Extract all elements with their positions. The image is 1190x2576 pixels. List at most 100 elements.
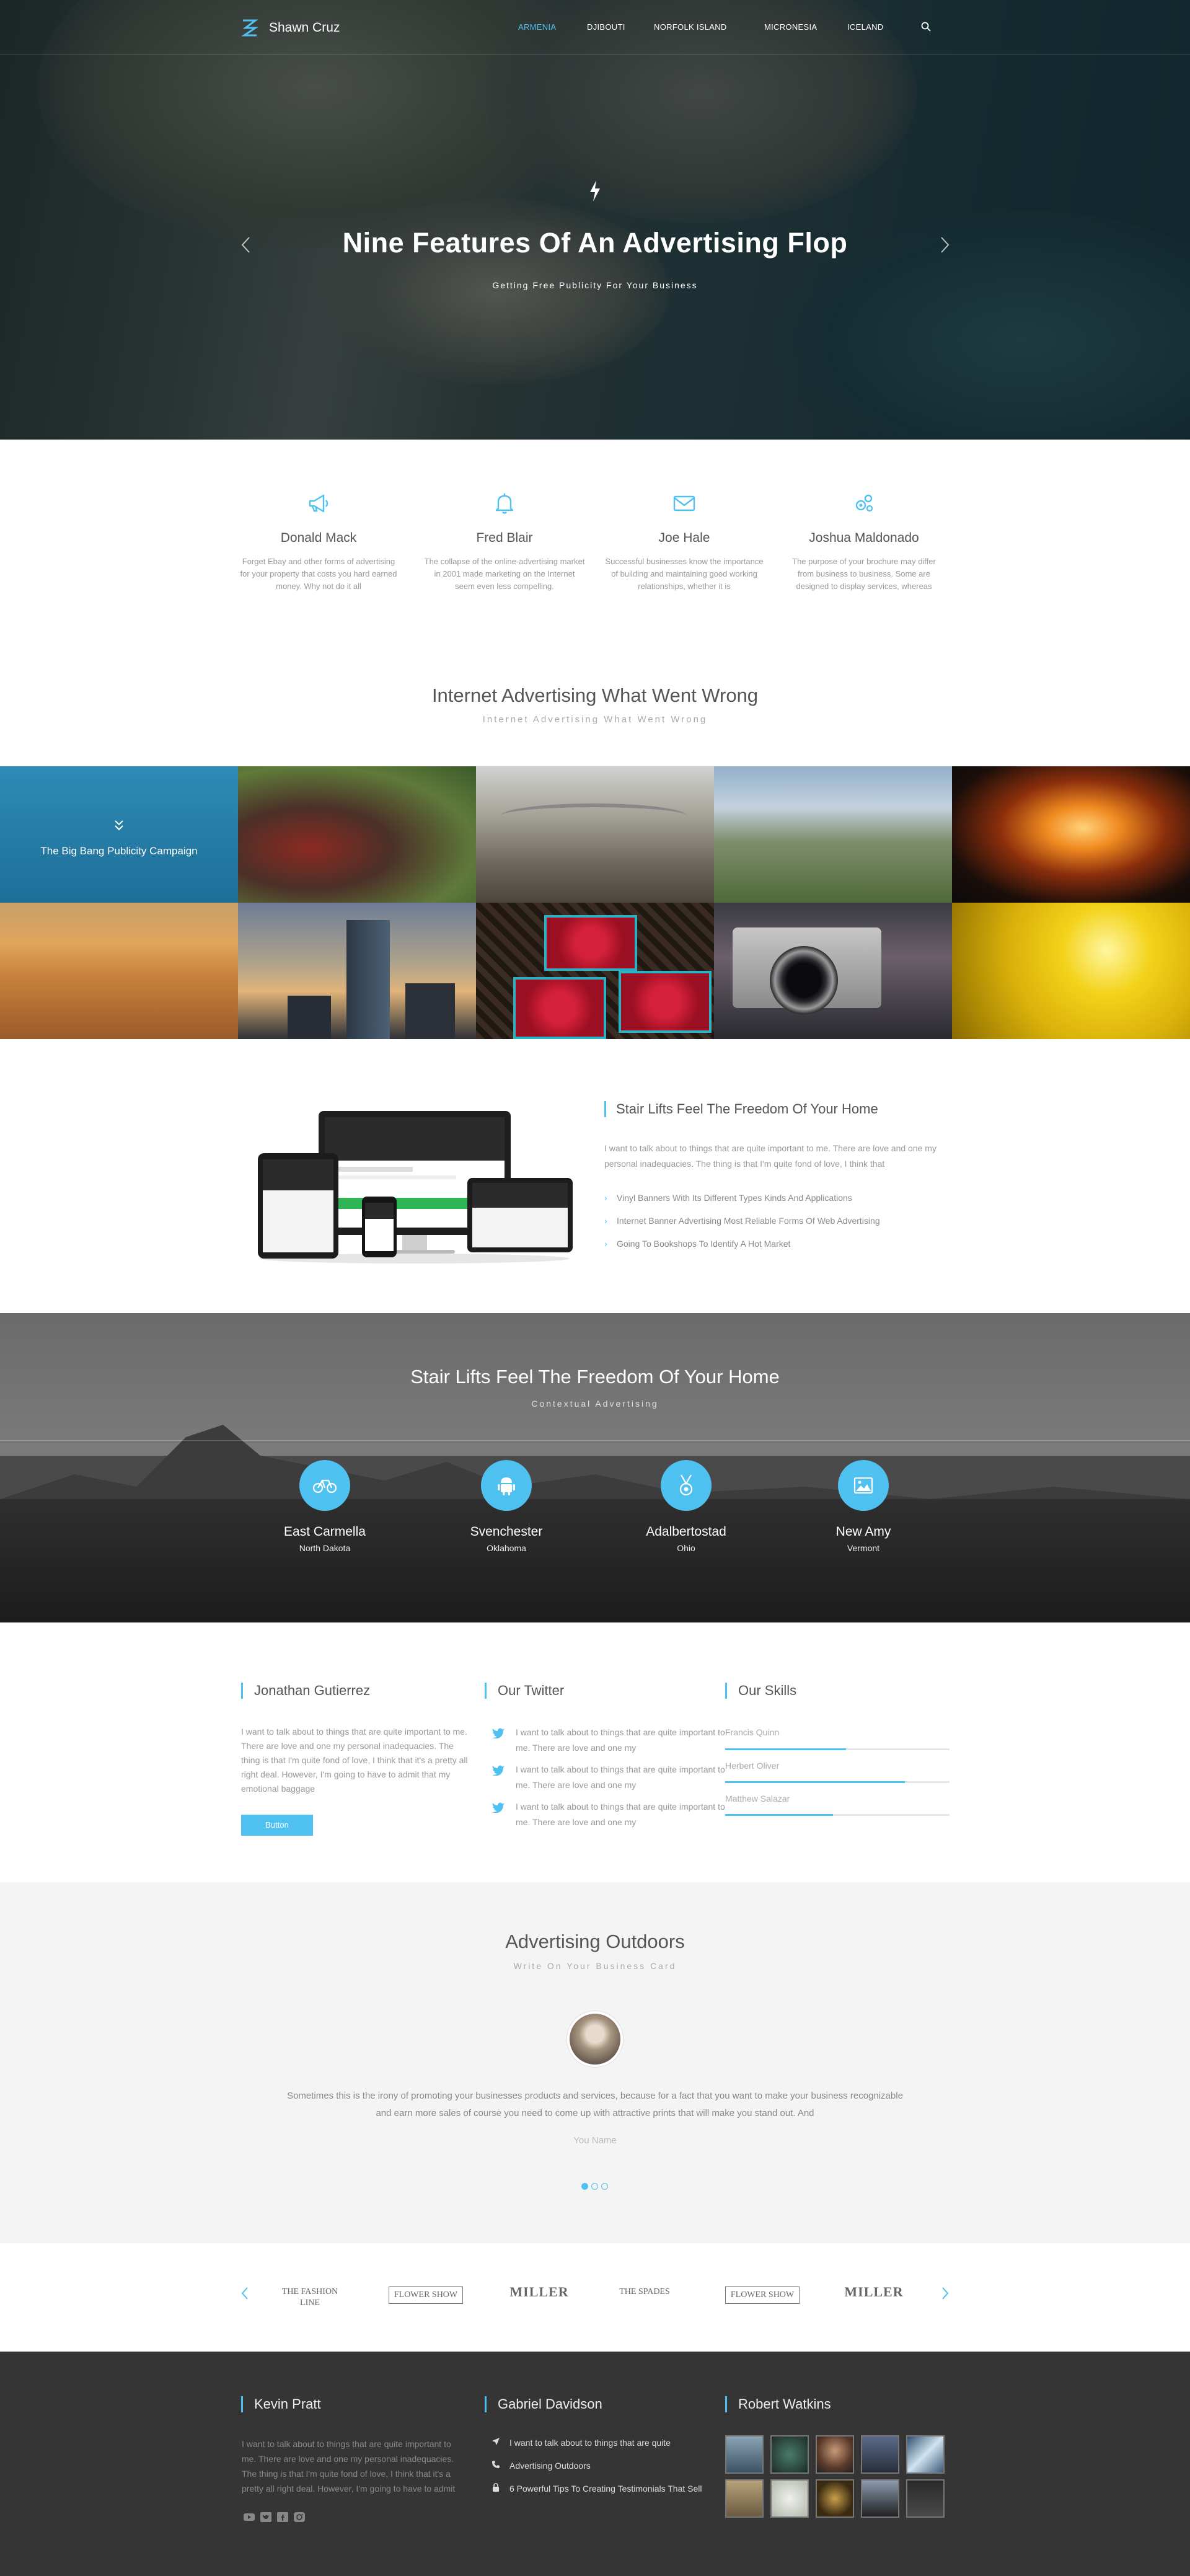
gallery-tile-image[interactable] xyxy=(476,766,714,903)
brands-prev-icon[interactable] xyxy=(240,2286,249,2300)
footer-photo-thumb[interactable] xyxy=(861,2435,899,2474)
brands-next-icon[interactable] xyxy=(941,2286,950,2300)
footer-photo-thumb[interactable] xyxy=(770,2435,809,2474)
carousel-dot-active[interactable] xyxy=(581,2183,588,2190)
feature-text: The collapse of the online-advertising m… xyxy=(424,557,585,591)
brand-logo[interactable]: THE SPADES xyxy=(607,2275,682,2315)
testimonial-title: Advertising Outdoors xyxy=(505,1931,685,1952)
search-icon[interactable] xyxy=(921,22,931,32)
stair-list-text: Going To Bookshops To Identify A Hot Mar… xyxy=(617,1239,791,1249)
skills-title: Our Skills xyxy=(725,1683,796,1699)
brand-logo[interactable]: FLOWER SHOW xyxy=(389,2275,463,2315)
city-icon-circle[interactable] xyxy=(481,1460,532,1511)
android-icon xyxy=(498,1477,515,1495)
bolt-icon xyxy=(590,180,600,201)
gallery-tile-featured[interactable]: The Big Bang Publicity Campaign xyxy=(0,766,238,903)
about-button[interactable]: Button xyxy=(241,1815,313,1836)
twitter-icon[interactable] xyxy=(492,1727,505,1738)
gallery-tile-image[interactable] xyxy=(952,903,1190,1039)
city-icon-circle[interactable] xyxy=(661,1460,712,1511)
feature-title: Donald Mack xyxy=(280,531,357,545)
gallery-tile-image[interactable] xyxy=(714,903,952,1039)
twitter-title: Our Twitter xyxy=(485,1683,564,1699)
stair-list-item: › Going To Bookshops To Identify A Hot Ma… xyxy=(604,1239,790,1249)
footer-photo-thumb[interactable] xyxy=(725,2479,764,2518)
nav-item-iceland[interactable]: ICELAND xyxy=(847,22,883,32)
footer-photo-thumb[interactable] xyxy=(770,2479,809,2518)
gallery-tile-image[interactable] xyxy=(476,903,714,1039)
footer-photo-thumb[interactable] xyxy=(816,2479,854,2518)
brand-logo[interactable]: FLOWER SHOW xyxy=(725,2275,800,2315)
twitter-icon[interactable] xyxy=(492,1764,505,1776)
gears-icon xyxy=(855,494,873,512)
footer-link[interactable]: 6 Powerful Tips To Creating Testimonials… xyxy=(490,2483,702,2494)
carousel-dot[interactable] xyxy=(601,2183,608,2190)
bridge-shape xyxy=(501,803,687,828)
nav-item-djibouti[interactable]: DJIBOUTI xyxy=(587,22,625,32)
feature-card: Joe Hale Successful businesses know the … xyxy=(597,490,771,593)
youtube-icon[interactable] xyxy=(243,2511,255,2523)
avatar xyxy=(567,2011,623,2067)
gallery-section-subtitle: Internet Advertising What Went Wrong xyxy=(482,714,708,725)
instagram-icon[interactable] xyxy=(293,2511,306,2523)
feature-title: Joshua Maldonado xyxy=(809,531,919,545)
brand-logo[interactable]: THE FASHION LINE xyxy=(273,2275,347,2315)
stair-text: I want to talk about to things that are … xyxy=(604,1143,937,1169)
nav-item-micronesia[interactable]: MICRONESIA xyxy=(764,22,817,32)
hero-title: Nine Features Of An Advertising Flop xyxy=(342,227,848,259)
skill-bar-fill xyxy=(725,1748,847,1750)
nav-item-armenia[interactable]: ARMENIA xyxy=(518,22,556,32)
hero-next-arrow-icon[interactable] xyxy=(937,236,952,254)
city-name: Adalbertostad xyxy=(646,1525,726,1539)
brand-logo-icon[interactable] xyxy=(242,19,258,37)
gallery-tile-image[interactable] xyxy=(0,903,238,1039)
double-chevron-down-icon xyxy=(115,820,123,831)
brand-logo[interactable]: MILLER xyxy=(502,2275,576,2315)
footer-link[interactable]: Advertising Outdoors xyxy=(490,2460,591,2471)
skill-bar xyxy=(725,1814,950,1816)
footer-col2-title: Gabriel Davidson xyxy=(485,2396,602,2412)
carousel-dot[interactable] xyxy=(591,2183,598,2190)
twitter-icon[interactable] xyxy=(260,2511,272,2523)
devices-mockup xyxy=(258,1111,573,1264)
berry-box xyxy=(513,977,606,1039)
skill-name: Herbert Oliver xyxy=(725,1761,780,1771)
hero-prev-arrow-icon[interactable] xyxy=(239,236,253,254)
gallery-tile-image[interactable] xyxy=(238,766,476,903)
stair-list-text: Internet Banner Advertising Most Reliabl… xyxy=(617,1216,880,1226)
footer-link[interactable]: I want to talk about to things that are … xyxy=(490,2437,671,2448)
top-navbar: Shawn Cruz ARMENIA DJIBOUTI NORFOLK ISLA… xyxy=(0,0,1190,55)
feature-title: Fred Blair xyxy=(476,531,533,545)
footer-photo-thumb[interactable] xyxy=(816,2435,854,2474)
footer-link-text: Advertising Outdoors xyxy=(509,2461,591,2471)
twitter-icon[interactable] xyxy=(492,1802,505,1813)
gallery-tile-image[interactable] xyxy=(238,903,476,1039)
footer-photo-thumb[interactable] xyxy=(906,2435,945,2474)
city-icon-circle[interactable] xyxy=(838,1460,889,1511)
testimonial-author: You Name xyxy=(573,2135,617,2146)
footer xyxy=(0,2352,1190,2576)
city-region: North Dakota xyxy=(299,1543,351,1553)
footer-photo-thumb[interactable] xyxy=(725,2435,764,2474)
hero-subtitle: Getting Free Publicity For Your Business xyxy=(492,280,698,290)
nav-item-norfolk-island[interactable]: NORFOLK ISLAND xyxy=(654,22,727,32)
gallery-tile-image[interactable] xyxy=(714,766,952,903)
city-region: Oklahoma xyxy=(487,1543,526,1553)
cities-subtitle: Contextual Advertising xyxy=(531,1399,659,1409)
footer-photo-thumb[interactable] xyxy=(906,2479,945,2518)
chevron-right-icon: › xyxy=(604,1193,607,1203)
stair-list-item: › Internet Banner Advertising Most Reliab… xyxy=(604,1216,880,1226)
lock-icon xyxy=(493,2483,499,2492)
tower-shape xyxy=(346,920,390,1039)
megaphone-icon xyxy=(309,494,328,513)
footer-col1-title: Kevin Pratt xyxy=(241,2396,321,2412)
city-icon-circle[interactable] xyxy=(299,1460,350,1511)
chevron-right-icon: › xyxy=(604,1216,607,1226)
city-name: East Carmella xyxy=(284,1525,366,1539)
facebook-icon[interactable] xyxy=(276,2511,289,2523)
gallery-tile-image[interactable] xyxy=(952,766,1190,903)
brand-logo[interactable]: MILLER xyxy=(837,2275,911,2315)
brand-logo-name: MILLER xyxy=(844,2284,904,2299)
footer-photo-thumb[interactable] xyxy=(861,2479,899,2518)
brand-name[interactable]: Shawn Cruz xyxy=(269,20,340,35)
